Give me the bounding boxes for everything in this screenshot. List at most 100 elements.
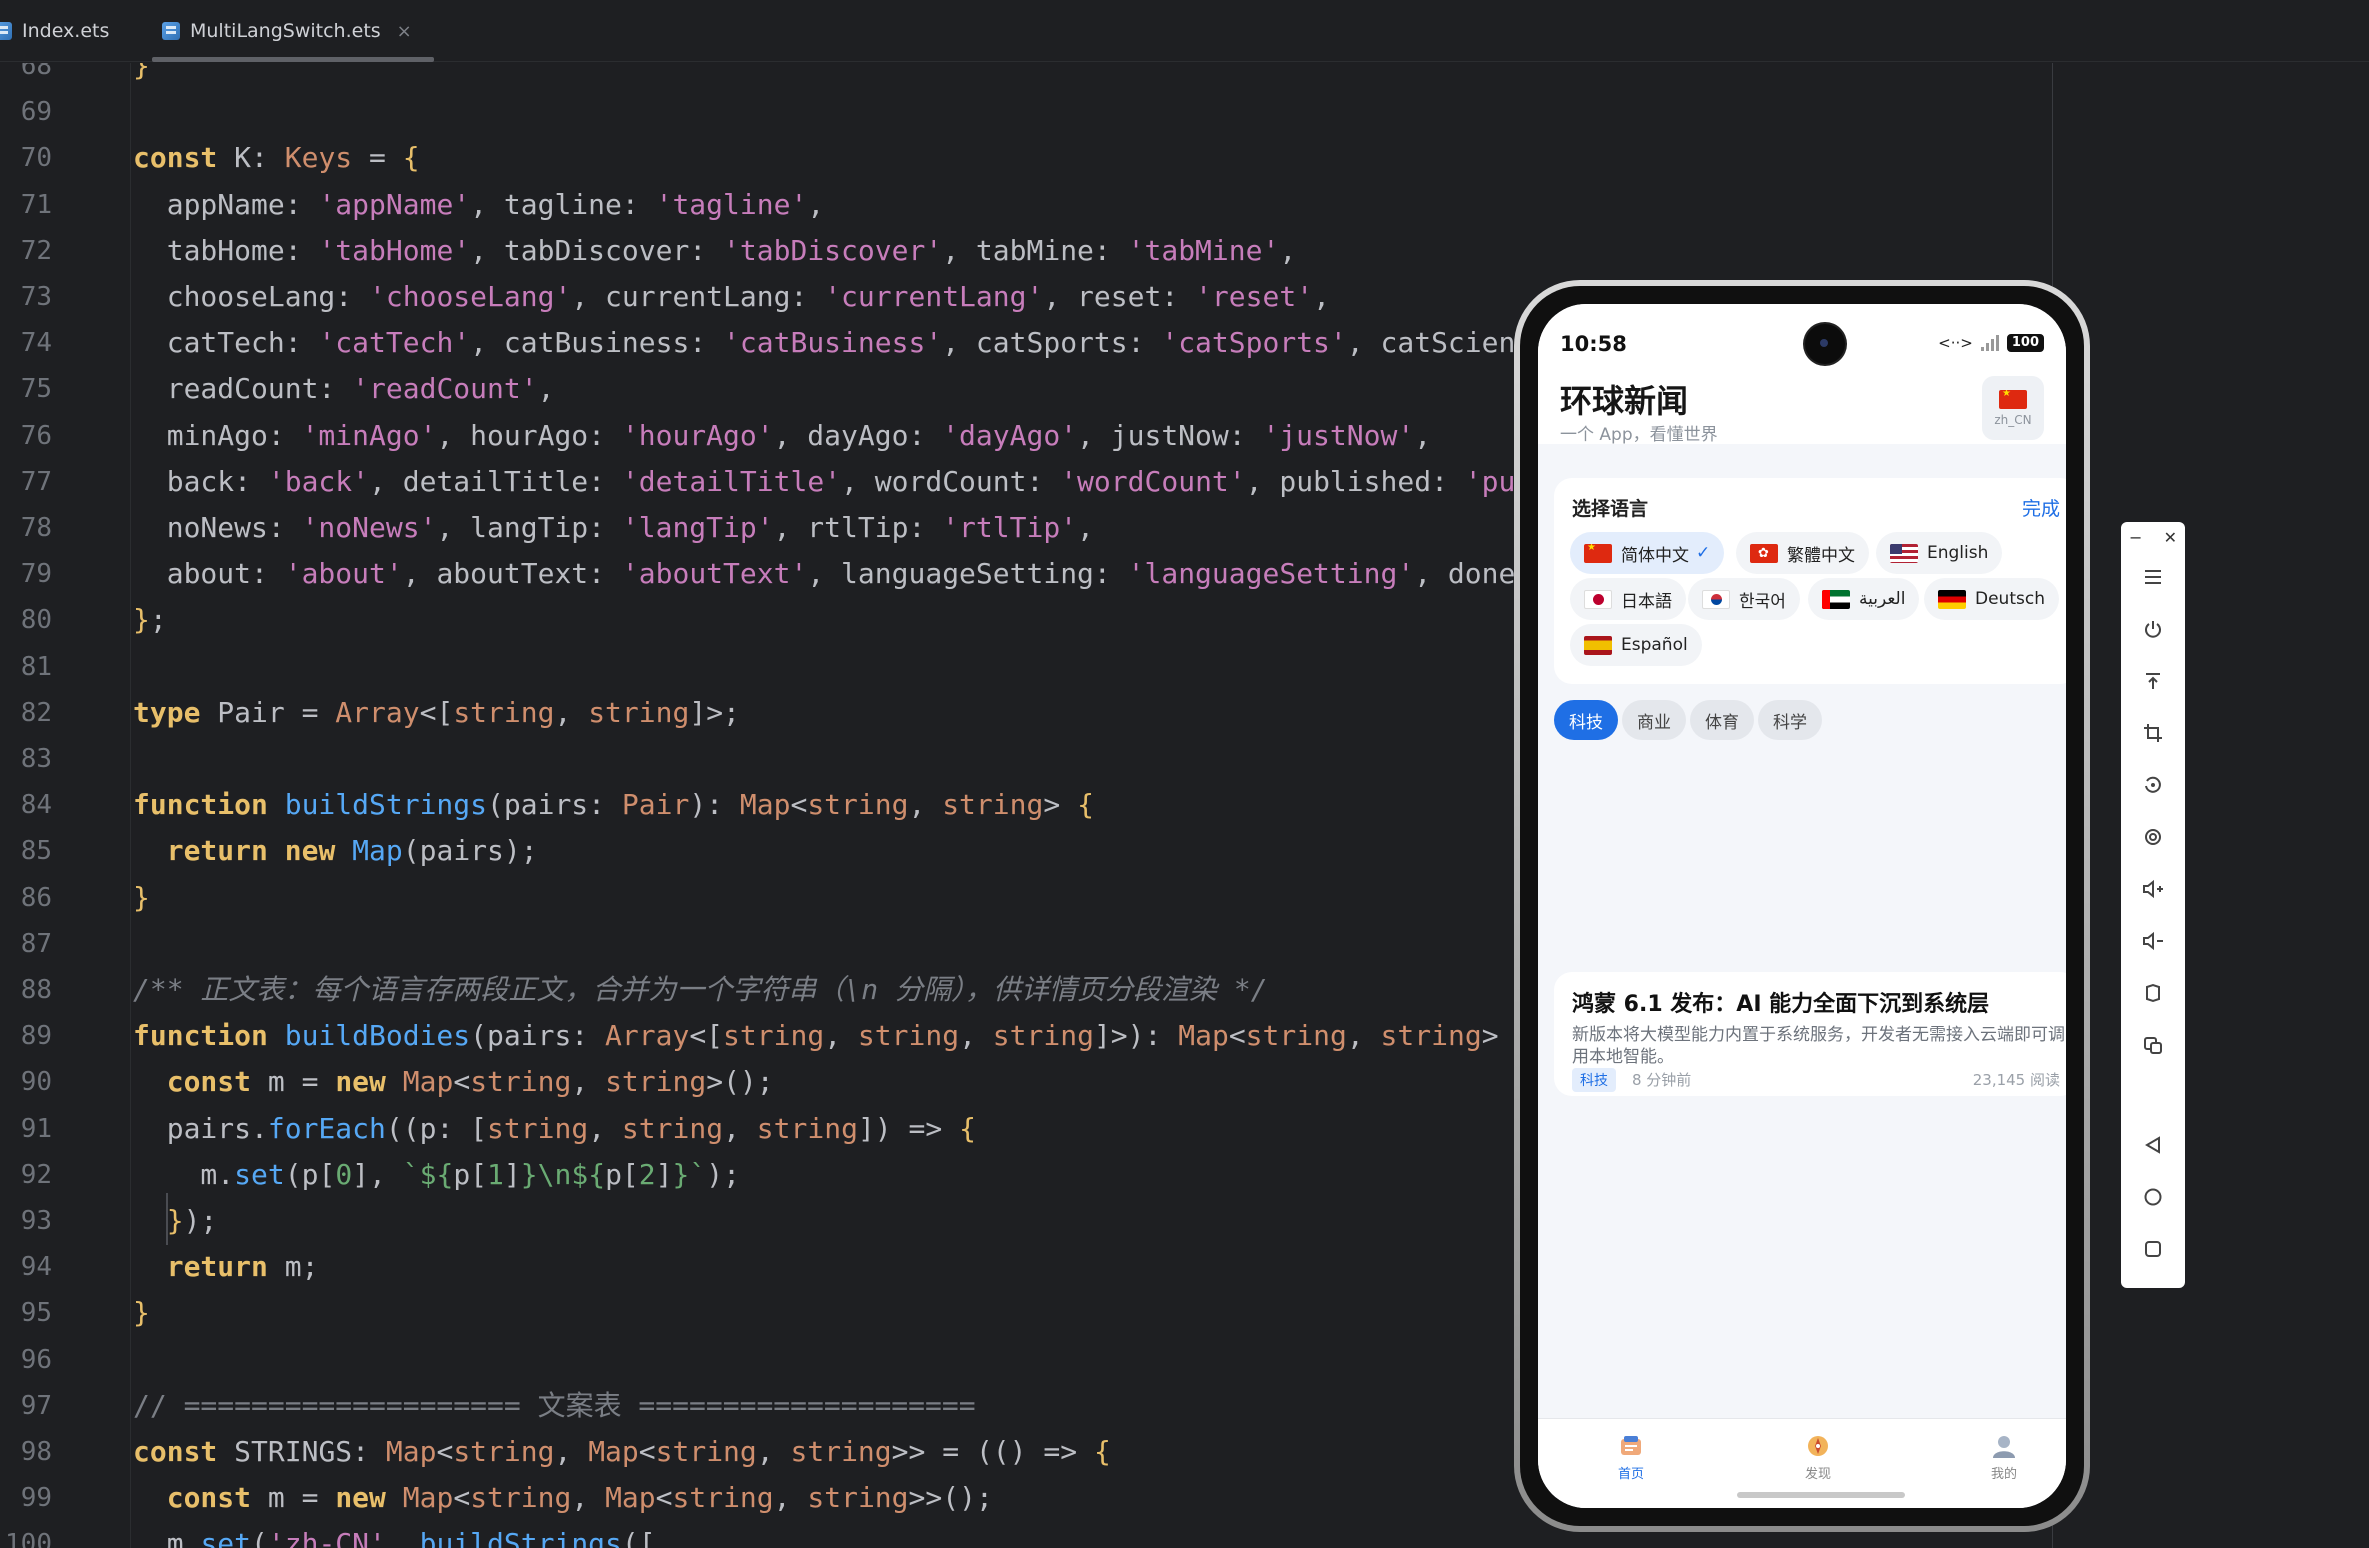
category-tabs: 科技 商业 体育 科学 xyxy=(1554,700,1822,740)
code-text: type Pair = Array<[string, string]>; xyxy=(133,695,740,729)
nav-label: 首页 xyxy=(1617,1467,1644,1482)
line-number: 73 xyxy=(20,282,52,312)
language-label: Deutsch xyxy=(1975,589,2045,609)
status-icons: <··> 100 xyxy=(1938,334,2044,352)
language-chip-en[interactable]: English xyxy=(1876,532,2003,574)
code-text: return m; xyxy=(166,1250,319,1284)
language-chip-zh-hk[interactable]: 繁體中文 xyxy=(1736,532,1869,574)
code-text: function buildBodies(pairs: Array<[strin… xyxy=(133,1019,1532,1053)
code-text: const m = new Map<string, Map<string, st… xyxy=(166,1481,993,1515)
line-number: 94 xyxy=(20,1252,52,1283)
emulator-window-controls: − ✕ xyxy=(2121,522,2185,552)
upload-icon[interactable] xyxy=(2138,666,2168,696)
current-language-button[interactable]: zh_CN xyxy=(1982,376,2044,440)
line-number: 87 xyxy=(20,928,52,959)
back-icon[interactable] xyxy=(2138,1130,2168,1160)
nav-discover[interactable]: 发现 xyxy=(1778,1433,1858,1482)
language-picker-title: 选择语言 xyxy=(1572,498,1649,520)
language-chip-es[interactable]: Español xyxy=(1570,624,1702,666)
news-summary: 新版本将大模型能力内置于系统服务，开发者无需接入云端即可调用本地智能。 xyxy=(1572,1025,2065,1067)
close-icon[interactable]: ✕ xyxy=(2164,528,2177,547)
language-chip-de[interactable]: Deutsch xyxy=(1924,578,2059,620)
line-number: 68 xyxy=(20,63,52,81)
code-line[interactable]: 68} xyxy=(0,63,2369,89)
gesture-area xyxy=(1538,1498,2066,1508)
language-chip-ko[interactable]: 한국어 xyxy=(1688,578,1800,620)
category-tab-science[interactable]: 科学 xyxy=(1758,700,1822,740)
language-label: 简体中文 xyxy=(1621,545,1689,566)
line-number: 71 xyxy=(20,189,52,220)
code-text: } xyxy=(133,1296,150,1330)
code-text: noNews: 'noNews', langTip: 'langTip', rt… xyxy=(133,511,1094,544)
power-icon[interactable] xyxy=(2138,614,2168,644)
code-text: // ==================== 文案表 ============… xyxy=(133,1388,976,1422)
code-line[interactable]: 72 tabHome: 'tabHome', tabDiscover: 'tab… xyxy=(0,228,2369,274)
tab-index-ets[interactable]: Index.ets xyxy=(0,0,109,62)
flag-cn-icon xyxy=(1999,389,2027,409)
category-tab-tech[interactable]: 科技 xyxy=(1554,700,1618,740)
language-label: English xyxy=(1927,543,1989,563)
nav-label: 我的 xyxy=(1990,1467,2017,1482)
location-icon[interactable] xyxy=(2138,822,2168,852)
category-tab-sports[interactable]: 体育 xyxy=(1690,700,1754,740)
bottom-navigation: 首页 发现 我的 xyxy=(1538,1418,2066,1498)
code-text: const K: Keys = { xyxy=(133,141,420,175)
category-tab-business[interactable]: 商业 xyxy=(1622,700,1686,740)
code-line[interactable]: 70 const K: Keys = { xyxy=(0,135,2369,181)
close-icon[interactable]: × xyxy=(397,21,412,42)
language-chip-ar[interactable]: العربية xyxy=(1808,578,1920,620)
line-number: 93 xyxy=(20,1206,52,1236)
phone-screen[interactable]: 10:58 <··> 100 环球新闻 一个 App，看懂世界 zh_CN 选择… xyxy=(1538,304,2066,1508)
nav-home[interactable]: 首页 xyxy=(1591,1433,1671,1482)
rotate-icon[interactable] xyxy=(2138,770,2168,800)
language-picker-card: 选择语言 完成 简体中文 ✓ 繁體中文 English 日本語 xyxy=(1554,478,2066,684)
line-number: 100 xyxy=(5,1529,52,1548)
fold-icon[interactable] xyxy=(2138,978,2168,1008)
news-card[interactable]: 鸿蒙 6.1 发布：AI 能力全面下沉到系统层 新版本将大模型能力内置于系统服务… xyxy=(1554,972,2066,1096)
recents-icon[interactable] xyxy=(2138,1234,2168,1264)
news-category-tag: 科技 xyxy=(1572,1068,1616,1092)
volume-up-icon[interactable] xyxy=(2138,874,2168,904)
line-number: 79 xyxy=(20,559,52,590)
language-chip-zh-cn[interactable]: 简体中文 ✓ xyxy=(1570,532,1725,574)
flag-hk-icon xyxy=(1750,543,1778,563)
flag-ae-icon xyxy=(1822,589,1850,609)
code-text: chooseLang: 'chooseLang', currentLang: '… xyxy=(133,280,1330,313)
app-title: 环球新闻 xyxy=(1560,382,1689,420)
news-title: 鸿蒙 6.1 发布：AI 能力全面下沉到系统层 xyxy=(1572,992,1990,1017)
crop-icon[interactable] xyxy=(2138,718,2168,748)
volume-down-icon[interactable] xyxy=(2138,926,2168,956)
code-text: tabHome: 'tabHome', tabDiscover: 'tabDis… xyxy=(133,233,1297,267)
done-button[interactable]: 完成 xyxy=(2022,494,2060,521)
tab-label: MultiLangSwitch.ets xyxy=(190,20,381,42)
code-text: const m = new Map<string, string>(); xyxy=(166,1065,774,1099)
home-icon[interactable] xyxy=(2138,1182,2168,1212)
code-line[interactable]: 69 xyxy=(0,89,2369,135)
editor-tab-bar: Index.ets MultiLangSwitch.ets × xyxy=(0,0,2369,62)
tab-multilangswitch-ets[interactable]: MultiLangSwitch.ets × xyxy=(152,0,434,62)
code-line[interactable]: 71 appName: 'appName', tagline: 'tagline… xyxy=(0,182,2369,228)
code-text: const STRINGS: Map<string, Map<string, s… xyxy=(133,1435,1111,1468)
line-number: 99 xyxy=(20,1483,52,1514)
compass-icon xyxy=(1808,1436,1828,1456)
nav-mine[interactable]: 我的 xyxy=(1964,1433,2044,1482)
code-text: function buildStrings(pairs: Pair): Map<… xyxy=(133,788,1094,822)
line-number: 74 xyxy=(20,328,52,359)
screenshot-icon[interactable] xyxy=(2138,1030,2168,1060)
home-indicator[interactable] xyxy=(1737,1492,1905,1498)
line-number: 88 xyxy=(20,975,52,1005)
code-text: m.set('zh-CN', buildStrings([ xyxy=(133,1527,656,1548)
code-text: } xyxy=(133,63,150,82)
line-number: 81 xyxy=(20,651,52,682)
line-number: 70 xyxy=(20,143,52,174)
phone-emulator: 10:58 <··> 100 环球新闻 一个 App，看懂世界 zh_CN 选择… xyxy=(1514,280,2090,1532)
line-number: 86 xyxy=(20,882,52,913)
language-label: 日本語 xyxy=(1621,591,1672,612)
minimize-icon[interactable]: − xyxy=(2129,528,2142,547)
menu-icon[interactable] xyxy=(2138,562,2168,592)
status-time: 10:58 xyxy=(1560,332,1627,356)
line-number: 89 xyxy=(20,1021,52,1052)
language-chip-ja[interactable]: 日本語 xyxy=(1570,578,1686,620)
active-tab-indicator xyxy=(152,57,434,62)
line-number: 75 xyxy=(20,374,52,405)
